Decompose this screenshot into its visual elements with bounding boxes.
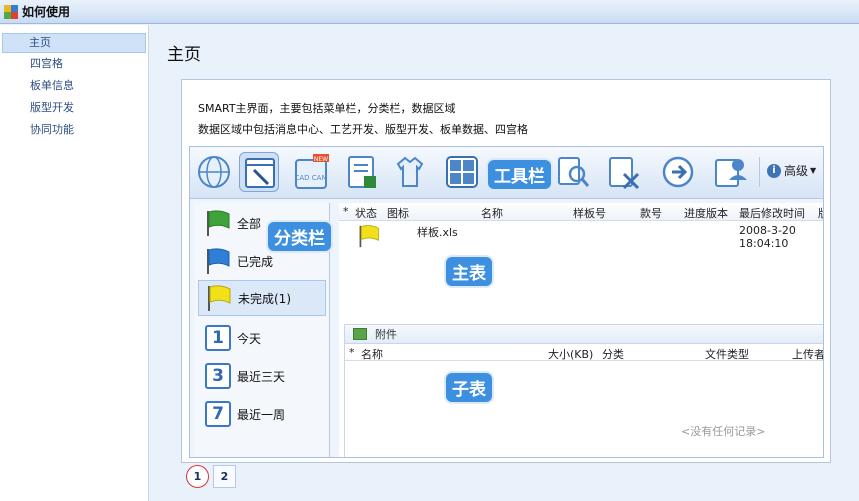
sidebar-item-home[interactable]: 主页 [2, 33, 146, 53]
four-grid-icon[interactable] [442, 152, 482, 192]
excel-document-icon[interactable] [342, 152, 382, 192]
calendar-1-icon: 1 [205, 325, 231, 351]
column-header[interactable]: 状态 [355, 205, 377, 221]
pagination: 1 2 [186, 465, 236, 488]
new-badge: NEW [314, 156, 328, 163]
sub-table-header: * 名称 大小(KB) 分类 文件类型 上传者 [345, 344, 823, 362]
category-label: 最近一周 [237, 407, 286, 422]
info-icon: i [767, 163, 781, 178]
content-panel: SMART主界面，主要包括菜单栏，分类栏，数据区域 数据区域中包括消息中心、工艺… [181, 79, 831, 463]
category-label: 已完成 [237, 254, 274, 269]
attachments-header: 附件 [345, 325, 823, 344]
search-document-icon[interactable] [553, 152, 593, 192]
attachments-title: 附件 [375, 328, 397, 341]
column-header[interactable]: 图标 [387, 205, 409, 221]
description: SMART主界面，主要包括菜单栏，分类栏，数据区域 数据区域中包括消息中心、工艺… [198, 98, 528, 140]
window-title: 如何使用 [22, 5, 71, 19]
empty-message: <没有任何记录> [681, 425, 766, 438]
file-name: 样板.xls [417, 226, 458, 239]
sidebar-item-collaboration[interactable]: 协同功能 [0, 119, 148, 141]
column-header[interactable]: 文件类型 [705, 346, 749, 362]
description-line-1: SMART主界面，主要包括菜单栏，分类栏，数据区域 [198, 102, 456, 115]
forward-arrow-icon[interactable] [658, 152, 698, 192]
category-callout: 分类栏 [266, 220, 333, 253]
delete-document-icon[interactable] [604, 152, 644, 192]
category-label: 今天 [237, 331, 262, 346]
column-header[interactable]: 大小(KB) [548, 346, 593, 362]
column-header[interactable]: 名称 [481, 205, 503, 221]
table-row[interactable]: 样板.xls 2008-3-20 18:04:10 [339, 222, 823, 252]
category-incomplete[interactable]: 未完成(1) [198, 280, 326, 316]
page-1-button[interactable]: 1 [186, 465, 209, 488]
page-title: 主页 [167, 45, 201, 65]
yellow-flag-icon [359, 225, 379, 248]
modified-date: 2008-3-20 [739, 224, 796, 237]
category-last-week[interactable]: 7 最近一周 [198, 396, 326, 432]
category-last-three-days[interactable]: 3 最近三天 [198, 358, 326, 394]
green-flag-icon [207, 210, 230, 236]
category-label: 全部 [237, 216, 262, 231]
column-header[interactable]: 版 [818, 205, 823, 221]
calendar-3-icon: 3 [205, 363, 231, 389]
calendar-7-icon: 7 [205, 401, 231, 427]
sub-table-callout: 子表 [444, 371, 494, 404]
column-header[interactable]: * [343, 205, 349, 218]
page-2-button[interactable]: 2 [213, 465, 236, 488]
user-document-icon[interactable] [710, 152, 750, 192]
cad-cam-icon[interactable]: NEW CAD CAM [291, 152, 331, 192]
attachment-icon [353, 328, 367, 340]
app-screenshot: NEW CAD CAM i 高级 ▼ 全部 已完成 未完成(1) 1 今天 3 … [189, 146, 824, 458]
description-line-2: 数据区域中包括消息中心、工艺开发、版型开发、板单数据、四宫格 [198, 123, 528, 136]
toolbar-callout: 工具栏 [486, 158, 553, 191]
column-header[interactable]: 款号 [640, 205, 662, 221]
advanced-button[interactable]: i 高级 ▼ [767, 162, 816, 179]
edit-window-icon[interactable] [239, 152, 279, 192]
sub-table: 附件 * 名称 大小(KB) 分类 文件类型 上传者 <没有任何记录> [344, 324, 823, 457]
main-table: * 状态 图标 名称 样板号 款号 进度版本 最后修改时间 版 样板.xls 2… [339, 203, 823, 457]
column-header[interactable]: 样板号 [573, 205, 606, 221]
blue-flag-icon [207, 248, 230, 274]
sidebar: 主页 四宫格 板单信息 版型开发 协同功能 [0, 25, 149, 501]
chevron-down-icon: ▼ [810, 166, 817, 175]
column-header[interactable]: * [349, 346, 355, 359]
main-table-callout: 主表 [444, 255, 494, 288]
yellow-flag-icon [208, 285, 231, 311]
category-label: 最近三天 [237, 369, 286, 384]
sidebar-item-four-grid[interactable]: 四宫格 [0, 53, 148, 75]
cad-cam-label: CAD CAM [294, 174, 327, 182]
main-table-header: * 状态 图标 名称 样板号 款号 进度版本 最后修改时间 版 [339, 203, 823, 221]
category-label: 未完成(1) [238, 291, 291, 306]
column-header[interactable]: 名称 [361, 346, 383, 362]
garment-icon[interactable] [390, 152, 430, 192]
category-today[interactable]: 1 今天 [198, 320, 326, 356]
column-header[interactable]: 分类 [602, 346, 624, 362]
advanced-label: 高级 [784, 164, 809, 178]
title-bar: 如何使用 [0, 0, 859, 24]
globe-icon[interactable] [194, 152, 234, 192]
column-header[interactable]: 进度版本 [684, 205, 728, 221]
sidebar-item-pattern-dev[interactable]: 版型开发 [0, 97, 148, 119]
app-icon [4, 4, 18, 19]
modified-time: 18:04:10 [739, 237, 789, 250]
toolbar-divider [759, 157, 760, 187]
column-header[interactable]: 最后修改时间 [739, 205, 805, 221]
column-header[interactable]: 上传者 [792, 346, 823, 362]
sidebar-item-board-info[interactable]: 板单信息 [0, 75, 148, 97]
